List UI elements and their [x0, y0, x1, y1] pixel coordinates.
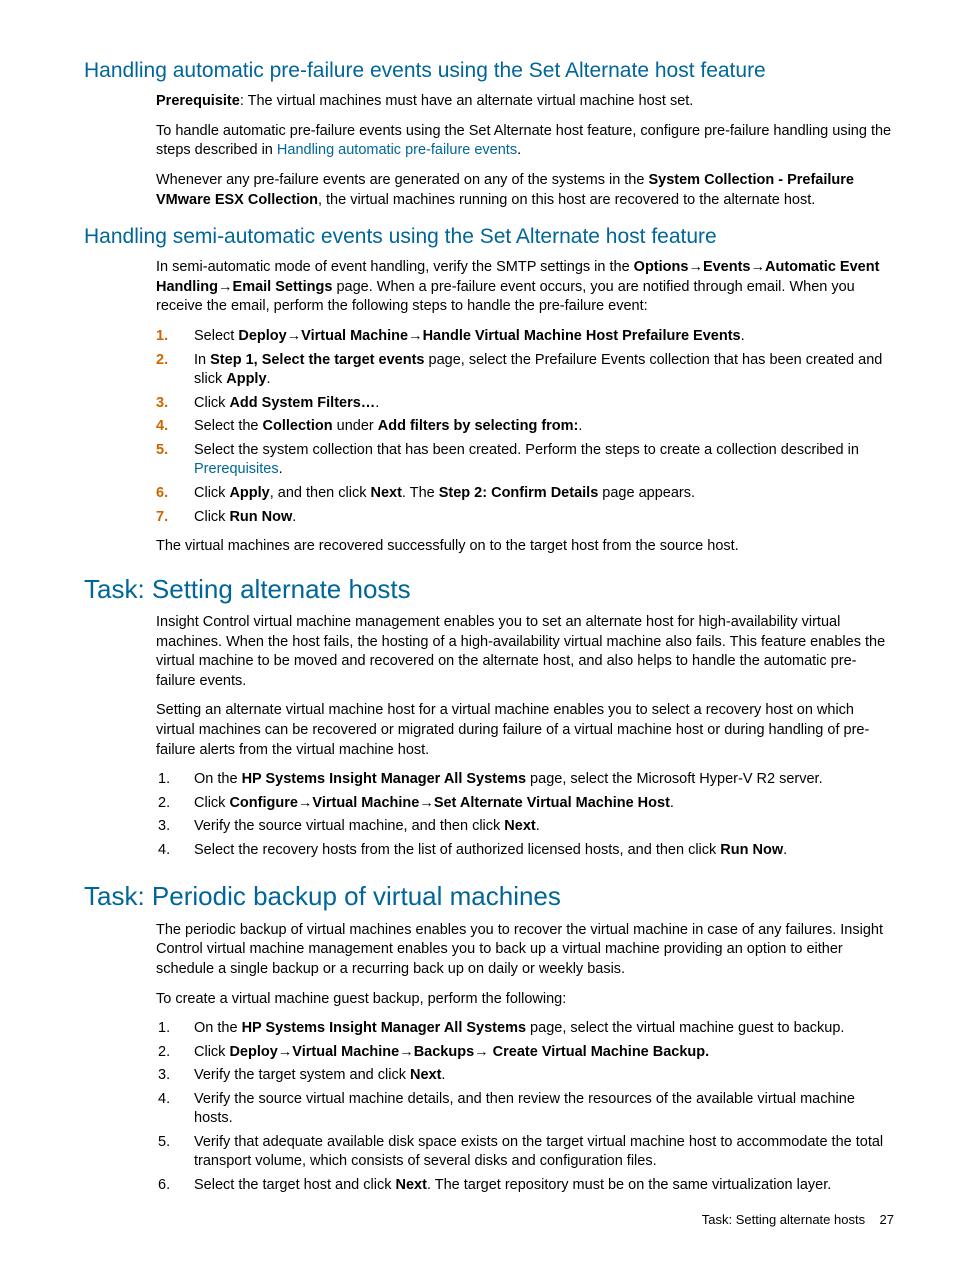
backup-step-3: Verify the target system and click Next.	[156, 1066, 894, 1090]
backup-step-2: Click Deploy→Virtual Machine→Backups→ Cr…	[156, 1043, 894, 1067]
backup-step-5: Verify that adequate available disk spac…	[156, 1133, 894, 1176]
alt-step-3: Verify the source virtual machine, and t…	[156, 817, 894, 841]
alt-host-steps-list: On the HP Systems Insight Manager All Sy…	[156, 770, 894, 864]
alt-step-4: Select the recovery hosts from the list …	[156, 841, 894, 865]
prerequisite-paragraph: Prerequisite: The virtual machines must …	[156, 92, 894, 112]
semi-auto-intro-paragraph: In semi-automatic mode of event handling…	[156, 258, 894, 317]
link-handling-auto-prefailure-events[interactable]: Handling automatic pre-failure events	[277, 142, 517, 158]
backup-intro-1: The periodic backup of virtual machines …	[156, 921, 894, 980]
step-5: Select the system collection that has be…	[156, 441, 894, 484]
alt-host-intro-2: Setting an alternate virtual machine hos…	[156, 701, 894, 760]
step-6: Click Apply, and then click Next. The St…	[156, 484, 894, 508]
page-number: 27	[880, 1212, 894, 1227]
section1-body: Prerequisite: The virtual machines must …	[156, 92, 894, 210]
backup-steps-list: On the HP Systems Insight Manager All Sy…	[156, 1019, 894, 1200]
step-1: Select Deploy→Virtual Machine→Handle Vir…	[156, 327, 894, 351]
page: Handling automatic pre-failure events us…	[0, 0, 954, 1271]
section4-body: The periodic backup of virtual machines …	[156, 921, 894, 1200]
auto-prefailure-collection-paragraph: Whenever any pre-failure events are gene…	[156, 171, 894, 210]
step-7: Click Run Now.	[156, 508, 894, 532]
auto-prefailure-config-paragraph: To handle automatic pre-failure events u…	[156, 122, 894, 161]
prerequisite-text: : The virtual machines must have an alte…	[240, 93, 694, 109]
heading-handling-semi-auto: Handling semi-automatic events using the…	[84, 224, 894, 250]
step-4: Select the Collection under Add filters …	[156, 417, 894, 441]
semi-auto-steps-list: Select Deploy→Virtual Machine→Handle Vir…	[156, 327, 894, 531]
page-footer: Task: Setting alternate hosts 27	[702, 1212, 894, 1227]
heading-handling-auto-prefailure: Handling automatic pre-failure events us…	[84, 58, 894, 84]
alt-step-2: Click Configure→Virtual Machine→Set Alte…	[156, 794, 894, 818]
backup-intro-2: To create a virtual machine guest backup…	[156, 990, 894, 1010]
alt-host-intro-1: Insight Control virtual machine manageme…	[156, 613, 894, 691]
backup-step-4: Verify the source virtual machine detail…	[156, 1090, 894, 1133]
semi-auto-result-paragraph: The virtual machines are recovered succe…	[156, 537, 894, 557]
heading-task-setting-alternate-hosts: Task: Setting alternate hosts	[84, 573, 894, 606]
link-prerequisites[interactable]: Prerequisites	[194, 461, 279, 477]
backup-step-6: Select the target host and click Next. T…	[156, 1176, 894, 1200]
backup-step-1: On the HP Systems Insight Manager All Sy…	[156, 1019, 894, 1043]
alt-step-1: On the HP Systems Insight Manager All Sy…	[156, 770, 894, 794]
step-2: In Step 1, Select the target events page…	[156, 351, 894, 394]
prerequisite-label: Prerequisite	[156, 93, 240, 109]
step-3: Click Add System Filters….	[156, 394, 894, 418]
section3-body: Insight Control virtual machine manageme…	[156, 613, 894, 864]
heading-task-periodic-backup: Task: Periodic backup of virtual machine…	[84, 880, 894, 913]
section2-body: In semi-automatic mode of event handling…	[156, 258, 894, 556]
footer-section-label: Task: Setting alternate hosts	[702, 1212, 865, 1227]
